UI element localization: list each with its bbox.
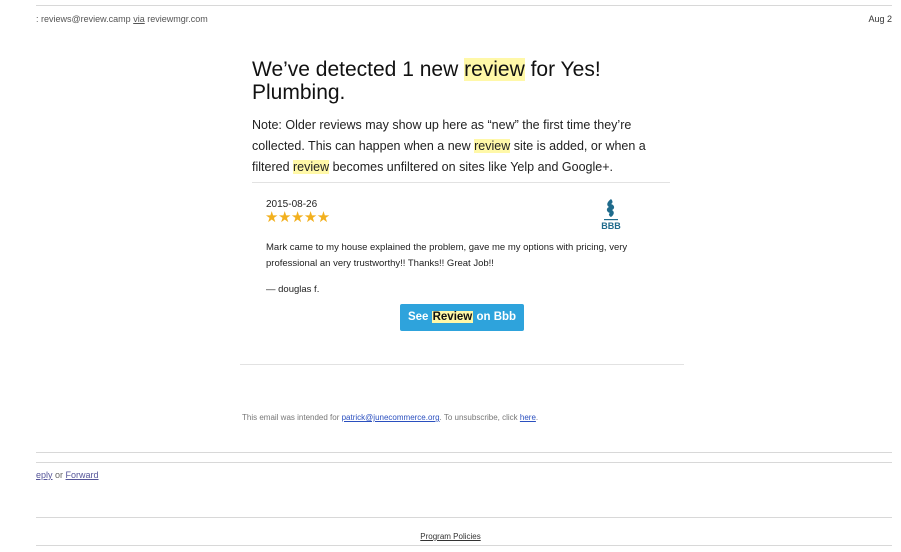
reply-link[interactable]: eply xyxy=(36,470,53,480)
forward-link[interactable]: Forward xyxy=(66,470,99,480)
unsubscribe-prefix: . To unsubscribe, click xyxy=(439,413,520,422)
see-review-button[interactable]: See Review on Bbb xyxy=(400,304,524,331)
recipient-email-link[interactable]: patrick@junecommerce.org xyxy=(342,413,440,422)
headline-prefix: We’ve detected 1 new xyxy=(252,58,465,81)
note-highlight-1: review xyxy=(474,139,511,153)
via-label[interactable]: via xyxy=(133,14,145,24)
content-divider xyxy=(240,364,684,365)
email-bottom-divider-2 xyxy=(36,462,892,463)
email-page: : reviews@review.camp via reviewmgr.com … xyxy=(0,0,901,552)
review-text: Mark came to my house explained the prob… xyxy=(266,242,628,269)
email-date: Aug 2 xyxy=(868,14,892,24)
intended-prefix: This email was intended for xyxy=(242,413,342,422)
sender-info: : reviews@review.camp via reviewmgr.com xyxy=(36,14,208,24)
headline-highlight: review xyxy=(464,58,525,81)
sender-email: reviews@review.camp xyxy=(41,14,131,24)
see-review-prefix: See xyxy=(407,311,432,323)
email-headline: We’ve detected 1 new review for Yes! Plu… xyxy=(252,58,672,104)
svg-text:BBB: BBB xyxy=(601,221,621,231)
top-divider xyxy=(36,5,892,6)
program-policies: Program Policies xyxy=(0,532,901,541)
unsubscribe-link[interactable]: here xyxy=(520,413,536,422)
see-review-highlight: Review xyxy=(431,311,474,323)
reply-or: or xyxy=(52,470,66,480)
via-domain: reviewmgr.com xyxy=(147,14,208,24)
note-highlight-2: review xyxy=(293,160,330,174)
program-policies-link[interactable]: Program Policies xyxy=(420,532,480,541)
footer-note: This email was intended for patrick@june… xyxy=(242,413,538,422)
star-rating: ★★★★★ xyxy=(265,209,330,226)
reply-row: eply or Forward xyxy=(36,470,99,480)
review-author: — douglas f. xyxy=(266,284,320,295)
note-part3: becomes unfiltered on sites like Yelp an… xyxy=(329,160,613,174)
bottom-divider xyxy=(36,545,892,546)
actions-divider xyxy=(36,517,892,518)
email-note: Note: Older reviews may show up here as … xyxy=(252,115,672,178)
unsubscribe-suffix: . xyxy=(535,413,539,422)
see-review-suffix: on Bbb xyxy=(473,311,517,323)
sender-row: : reviews@review.camp via reviewmgr.com … xyxy=(36,14,892,28)
bbb-logo-icon: BBB xyxy=(601,199,621,231)
email-bottom-divider-1 xyxy=(36,452,892,453)
